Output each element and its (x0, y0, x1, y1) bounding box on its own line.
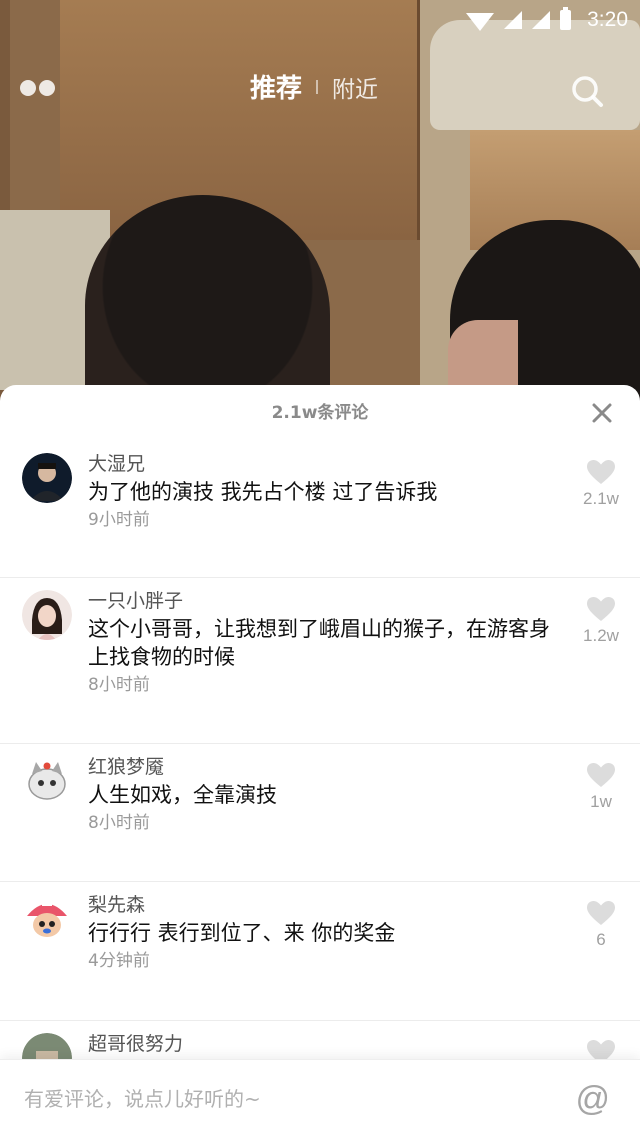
heart-icon (587, 901, 615, 925)
comments-header: 2.1w条评论 (0, 385, 640, 441)
like-count: 2.1w (583, 489, 619, 508)
heart-icon (587, 763, 615, 787)
like-button[interactable]: 6 (576, 900, 626, 950)
video-background[interactable] (0, 0, 640, 425)
comment-time: 8小时前 (88, 813, 150, 833)
comment-item: 大湿兄 为了他的演技 我先占个楼 过了告诉我 9小时前 2.1w (0, 441, 640, 578)
avatar[interactable] (22, 894, 72, 944)
comment-item: 一只小胖子 这个小哥哥，让我想到了峨眉山的猴子，在游客身上找食物的时候 8小时前… (0, 578, 640, 744)
comment-username[interactable]: 大湿兄 (88, 441, 550, 477)
search-icon[interactable] (570, 74, 604, 108)
comment-input-bar: @ (0, 1059, 640, 1137)
heart-icon (587, 597, 615, 621)
avatar[interactable] (22, 453, 72, 503)
comment-text: 人生如戏，全靠演技 (88, 783, 277, 807)
like-count: 1w (590, 792, 612, 811)
like-count: 6 (596, 930, 606, 949)
signal-icon (504, 11, 523, 29)
avatar[interactable] (22, 756, 72, 806)
wifi-icon (466, 13, 495, 31)
avatar[interactable] (22, 590, 72, 640)
battery-icon (560, 7, 572, 30)
top-nav: 推荐 附近 (0, 68, 640, 112)
comment-item: 红狼梦魇 人生如戏，全靠演技 8小时前 1w (0, 744, 640, 882)
comment-text: 行行行 表行到位了、来 你的奖金 (88, 921, 396, 945)
like-count: 1.2w (583, 626, 619, 645)
mention-button[interactable]: @ (575, 1078, 610, 1120)
comment-username[interactable]: 红狼梦魇 (88, 744, 550, 780)
comment-list: 大湿兄 为了他的演技 我先占个楼 过了告诉我 9小时前 2.1w 一只小胖子 这… (0, 441, 640, 1083)
tab-divider (316, 79, 319, 94)
like-button[interactable]: 2.1w (576, 459, 626, 509)
comment-input[interactable] (24, 1078, 524, 1120)
tab-recommended[interactable]: 推荐 (250, 68, 302, 105)
status-bar: 3:20 (0, 0, 640, 40)
signal-icon-2 (532, 11, 551, 29)
comment-text: 这个小哥哥，让我想到了峨眉山的猴子，在游客身上找食物的时候 (88, 617, 550, 669)
comment-item: 梨先森 行行行 表行到位了、来 你的奖金 4分钟前 6 (0, 882, 640, 1021)
comment-count: 2.1w条评论 (271, 403, 369, 423)
comment-time: 9小时前 (88, 510, 150, 530)
comment-time: 4分钟前 (88, 951, 150, 971)
feed-tabs: 推荐 附近 (250, 68, 378, 105)
like-button[interactable]: 1.2w (576, 596, 626, 646)
heart-icon (587, 460, 615, 484)
comment-username[interactable]: 梨先森 (88, 882, 550, 918)
comment-username[interactable]: 超哥很努力 (88, 1021, 550, 1057)
close-icon[interactable] (590, 401, 614, 425)
status-time: 3:20 (587, 8, 628, 31)
comment-time: 8小时前 (88, 675, 150, 695)
comment-username[interactable]: 一只小胖子 (88, 578, 550, 614)
tab-nearby[interactable]: 附近 (332, 70, 378, 104)
comment-text: 为了他的演技 我先占个楼 过了告诉我 (88, 480, 438, 504)
dots-menu-icon[interactable] (20, 80, 55, 96)
comments-sheet: 2.1w条评论 大湿兄 为了他的演技 我先占个楼 过了告诉我 9小时前 2.1w… (0, 385, 640, 1137)
like-button[interactable]: 1w (576, 762, 626, 812)
